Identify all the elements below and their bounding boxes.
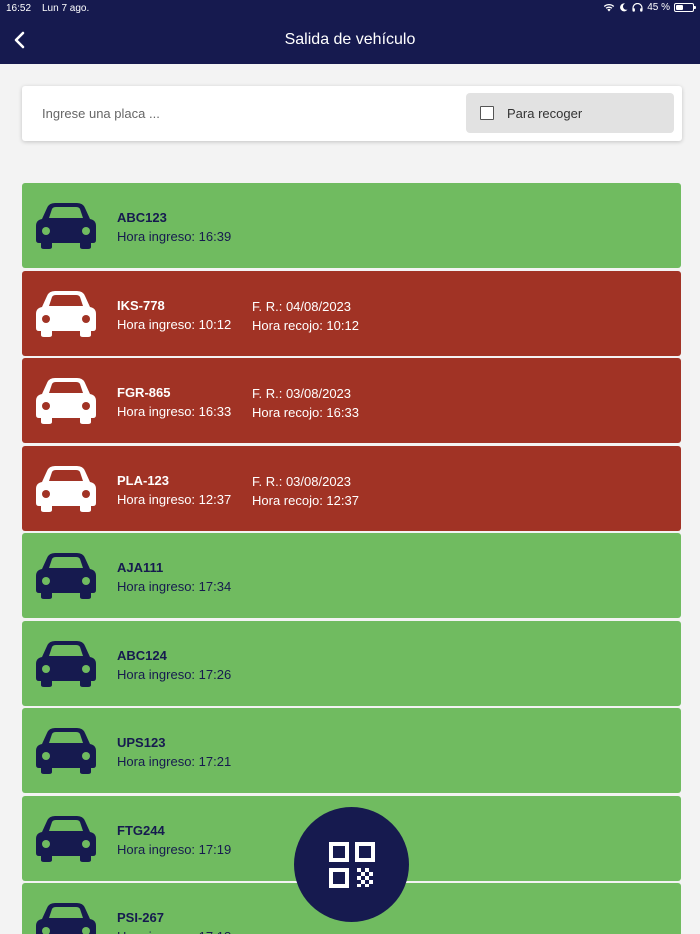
entry-time: Hora ingreso: 10:12: [117, 316, 232, 332]
pickup-info: F. R.: 03/08/2023 Hora recojo: 16:33: [252, 384, 359, 422]
pickup-date: F. R.: 04/08/2023: [252, 298, 352, 314]
car-icon: [36, 465, 96, 512]
vehicle-info: ABC124 Hora ingreso: 17:26: [117, 647, 231, 684]
car-icon: [36, 903, 96, 934]
car-icon: [36, 553, 96, 599]
status-bar: 16:52 Lun 7 ago. 45 %: [0, 0, 700, 18]
car-icon: [36, 815, 96, 862]
vehicle-info: FGR-865 Hora ingreso: 16:33: [117, 384, 231, 421]
qr-code-icon: [328, 841, 375, 888]
entry-time: Hora ingreso: 17:34: [117, 579, 232, 594]
vehicle-plate: PLA-123: [117, 472, 170, 488]
entry-time: Hora ingreso: 17:21: [117, 754, 232, 769]
car-icon: [36, 728, 96, 774]
vehicle-info: UPS123 Hora ingreso: 17:21: [117, 734, 231, 771]
vehicle-info: IKS-778 Hora ingreso: 10:12: [117, 297, 231, 334]
entry-time: Hora ingreso: 17:26: [117, 666, 232, 682]
entry-time: Hora ingreso: 17:19: [117, 841, 232, 857]
pickup-filter-toggle[interactable]: Para recoger: [466, 93, 674, 133]
pickup-date: F. R.: 03/08/2023: [252, 473, 352, 489]
battery-icon: [674, 3, 696, 12]
vehicle-info: ABC123 Hora ingreso: 16:39: [117, 209, 231, 246]
entry-time: Hora ingreso: 12:37: [117, 491, 232, 507]
vehicle-info: PLA-123 Hora ingreso: 12:37: [117, 472, 231, 509]
vehicle-plate: ABC124: [117, 647, 167, 663]
vehicle-info: AJA111 Hora ingreso: 17:34: [117, 559, 231, 596]
vehicle-row[interactable]: ABC124 Hora ingreso: 17:26: [22, 620, 681, 706]
vehicle-row[interactable]: UPS123 Hora ingreso: 17:21: [22, 708, 681, 793]
pickup-time: Hora recojo: 16:33: [252, 405, 359, 420]
vehicle-info: PSI-267 Hora ingreso: 17:18: [117, 909, 231, 934]
vehicle-plate: PSI-267: [117, 910, 164, 925]
vehicle-plate: ABC123: [117, 210, 167, 225]
car-icon: [36, 378, 96, 424]
pickup-info: F. R.: 04/08/2023 Hora recojo: 10:12: [252, 297, 359, 335]
car-icon: [36, 203, 96, 249]
pickup-time: Hora recojo: 12:37: [252, 492, 359, 508]
status-date: Lun 7 ago.: [42, 3, 90, 14]
page-title: Salida de vehículo: [284, 31, 416, 48]
vehicle-row[interactable]: AJA111 Hora ingreso: 17:34: [22, 533, 681, 618]
vehicle-plate: AJA111: [117, 560, 164, 575]
entry-time: Hora ingreso: 17:18: [117, 927, 231, 934]
battery-percent: 45 %: [647, 2, 670, 13]
vehicle-plate: IKS-778: [117, 297, 165, 313]
headphones-icon: [632, 3, 643, 12]
vehicle-info: FTG244 Hora ingreso: 17:19: [117, 822, 231, 859]
vehicle-row[interactable]: IKS-778 Hora ingreso: 10:12 F. R.: 04/08/2…: [22, 270, 681, 356]
car-icon: [36, 290, 96, 337]
pickup-label: Para recoger: [507, 105, 583, 121]
pickup-date: F. R.: 03/08/2023: [252, 386, 352, 401]
pickup-info: F. R.: 03/08/2023 Hora recojo: 12:37: [252, 472, 359, 510]
vehicle-row[interactable]: PLA-123 Hora ingreso: 12:37 F. R.: 03/08/2…: [22, 445, 681, 531]
vehicle-plate: UPS123: [117, 735, 166, 750]
entry-time: Hora ingreso: 16:33: [117, 404, 232, 419]
wifi-icon: [604, 3, 615, 12]
plate-search-input[interactable]: [32, 96, 452, 131]
entry-time: Hora ingreso: 16:39: [117, 229, 232, 244]
pickup-checkbox[interactable]: [480, 106, 494, 120]
status-time: 16:52: [6, 3, 32, 14]
vehicle-plate: FGR-865: [117, 385, 171, 400]
moon-icon: [620, 3, 628, 12]
status-indicators: 45 %: [603, 2, 696, 13]
search-card: Para recoger: [22, 86, 682, 141]
vehicle-row[interactable]: FGR-865 Hora ingreso: 16:33 F. R.: 03/08/2…: [22, 358, 681, 443]
qr-scan-button[interactable]: [294, 807, 409, 922]
car-icon: [36, 640, 96, 687]
app-header: 16:52 Lun 7 ago. 45 % Salida de vehículo: [0, 0, 700, 64]
vehicle-row[interactable]: ABC123 Hora ingreso: 16:39: [22, 183, 681, 268]
vehicle-plate: FTG244: [117, 822, 165, 838]
pickup-time: Hora recojo: 10:12: [252, 317, 359, 333]
